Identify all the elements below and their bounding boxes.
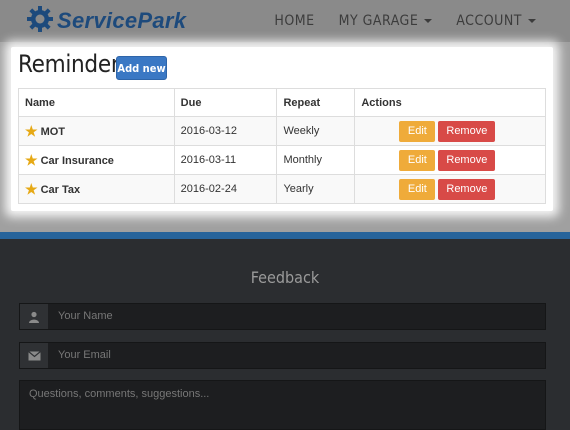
- reminder-actions: Edit Remove: [354, 174, 546, 204]
- navbar: ServicePark HOME MY GARAGE ACCOUNT: [0, 0, 570, 42]
- star-icon: ★: [25, 180, 38, 197]
- brand-logo[interactable]: ServicePark: [26, 5, 187, 38]
- remove-button[interactable]: Remove: [438, 120, 496, 142]
- email-field[interactable]: Your Email: [19, 342, 546, 369]
- reminder-name-cell: ★ MOT: [18, 116, 175, 146]
- table-header-row: Name Due Repeat Actions: [18, 88, 546, 117]
- message-textarea[interactable]: Questions, comments, suggestions...: [19, 380, 546, 430]
- feedback-title: Feedback: [250, 268, 320, 287]
- remove-button[interactable]: Remove: [438, 149, 496, 171]
- nav-my-garage[interactable]: MY GARAGE: [339, 13, 433, 29]
- envelope-icon: [20, 343, 48, 368]
- nav-home-label: HOME: [274, 13, 315, 29]
- table-row: ★ MOT 2016-03-12 Weekly Edit Remove: [18, 116, 546, 146]
- edit-button[interactable]: Edit: [399, 149, 436, 171]
- nav-account-label: ACCOUNT: [456, 13, 522, 29]
- name-field[interactable]: Your Name: [19, 303, 546, 330]
- reminder-repeat: Yearly: [276, 174, 356, 204]
- name-placeholder: Your Name: [58, 310, 113, 322]
- table-row: ★ Car Tax 2016-02-24 Yearly Edit Remove: [18, 174, 546, 204]
- star-icon: ★: [25, 151, 38, 168]
- add-new-button[interactable]: Add new: [116, 56, 167, 80]
- nav-my-garage-label: MY GARAGE: [338, 13, 419, 29]
- reminder-due: 2016-03-11: [173, 145, 278, 175]
- section-divider: [0, 232, 570, 239]
- column-header-name: Name: [18, 88, 175, 117]
- reminder-actions: Edit Remove: [354, 145, 546, 175]
- feedback-section: Feedback Your Name Your Email Questions,…: [0, 239, 570, 430]
- reminder-name-cell: ★ Car Tax: [18, 174, 175, 204]
- reminder-due: 2016-02-24: [173, 174, 278, 204]
- reminder-name-cell: ★ Car Insurance: [18, 145, 175, 175]
- user-icon: [20, 304, 48, 329]
- nav-account[interactable]: ACCOUNT: [456, 13, 536, 29]
- page-title: Reminders: [18, 50, 131, 78]
- caret-down-icon: [424, 19, 433, 23]
- column-header-due: Due: [173, 88, 278, 117]
- reminder-actions: Edit Remove: [354, 116, 546, 146]
- reminder-repeat: Weekly: [276, 116, 356, 146]
- reminder-name: Car Tax: [40, 183, 81, 196]
- gear-icon: [26, 5, 54, 38]
- edit-button[interactable]: Edit: [399, 178, 436, 200]
- remove-button[interactable]: Remove: [438, 178, 496, 200]
- reminders-panel: Reminders Add new Name Due Repeat Action…: [11, 47, 553, 211]
- reminder-name: Car Insurance: [40, 154, 114, 167]
- brand-name: ServicePark: [57, 8, 187, 33]
- caret-down-icon: [528, 19, 536, 23]
- star-icon: ★: [25, 122, 38, 139]
- column-header-repeat: Repeat: [276, 88, 356, 117]
- nav-home[interactable]: HOME: [274, 13, 314, 29]
- email-placeholder: Your Email: [58, 349, 111, 361]
- table-row: ★ Car Insurance 2016-03-11 Monthly Edit Re…: [18, 145, 546, 175]
- column-header-actions: Actions: [354, 88, 546, 117]
- reminders-table: Name Due Repeat Actions ★ MOT 2016-03-12 …: [18, 88, 546, 204]
- edit-button[interactable]: Edit: [399, 120, 436, 142]
- nav-menu: HOME MY GARAGE ACCOUNT: [250, 0, 536, 42]
- reminder-name: MOT: [40, 125, 66, 138]
- reminder-repeat: Monthly: [276, 145, 356, 175]
- reminder-due: 2016-03-12: [173, 116, 278, 146]
- message-placeholder: Questions, comments, suggestions...: [29, 388, 210, 400]
